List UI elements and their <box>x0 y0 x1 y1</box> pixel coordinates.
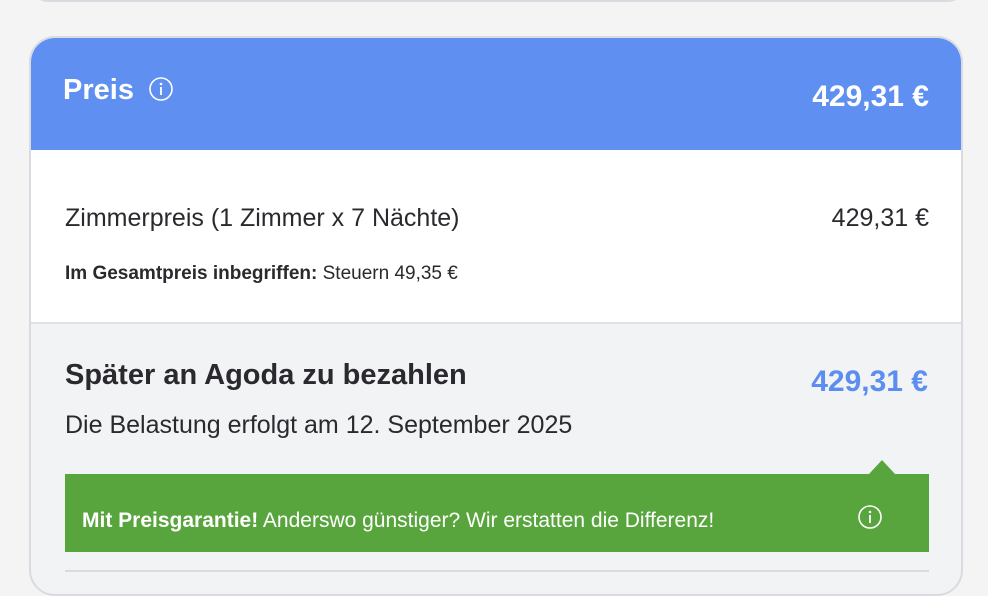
price-card: Preis 429,31 € Zimmerpreis (1 Zimmer x 7… <box>29 36 963 596</box>
pay-later-amount: 429,31 € <box>811 365 928 398</box>
guarantee-bold: Mit Preisgarantie! <box>82 509 259 532</box>
room-price-value: 429,31 € <box>831 204 929 232</box>
room-price-label: Zimmerpreis (1 Zimmer x 7 Nächte) <box>65 204 460 232</box>
total-price: 429,31 € <box>812 80 929 113</box>
price-header: Preis 429,31 € <box>31 38 961 150</box>
charge-date-note: Die Belastung erfolgt am 12. September 2… <box>65 411 573 439</box>
info-icon[interactable] <box>858 505 882 529</box>
guarantee-message: Anderswo günstiger? Wir erstatten die Di… <box>262 509 715 532</box>
price-guarantee-banner: Mit Preisgarantie! Anderswo günstiger? W… <box>65 460 929 552</box>
pay-later-title: Später an Agoda zu bezahlen <box>65 359 467 391</box>
previous-card <box>28 0 968 2</box>
guarantee-text: Mit Preisgarantie! Anderswo günstiger? W… <box>82 509 714 533</box>
included-taxes: Im Gesamtpreis inbegriffen: Steuern 49,3… <box>65 263 458 285</box>
price-title: Preis <box>63 74 134 106</box>
included-value: Steuern 49,35 € <box>322 263 458 284</box>
info-icon[interactable] <box>149 77 173 101</box>
room-price-section: Zimmerpreis (1 Zimmer x 7 Nächte) 429,31… <box>31 150 961 324</box>
included-label: Im Gesamtpreis inbegriffen: <box>65 263 318 284</box>
